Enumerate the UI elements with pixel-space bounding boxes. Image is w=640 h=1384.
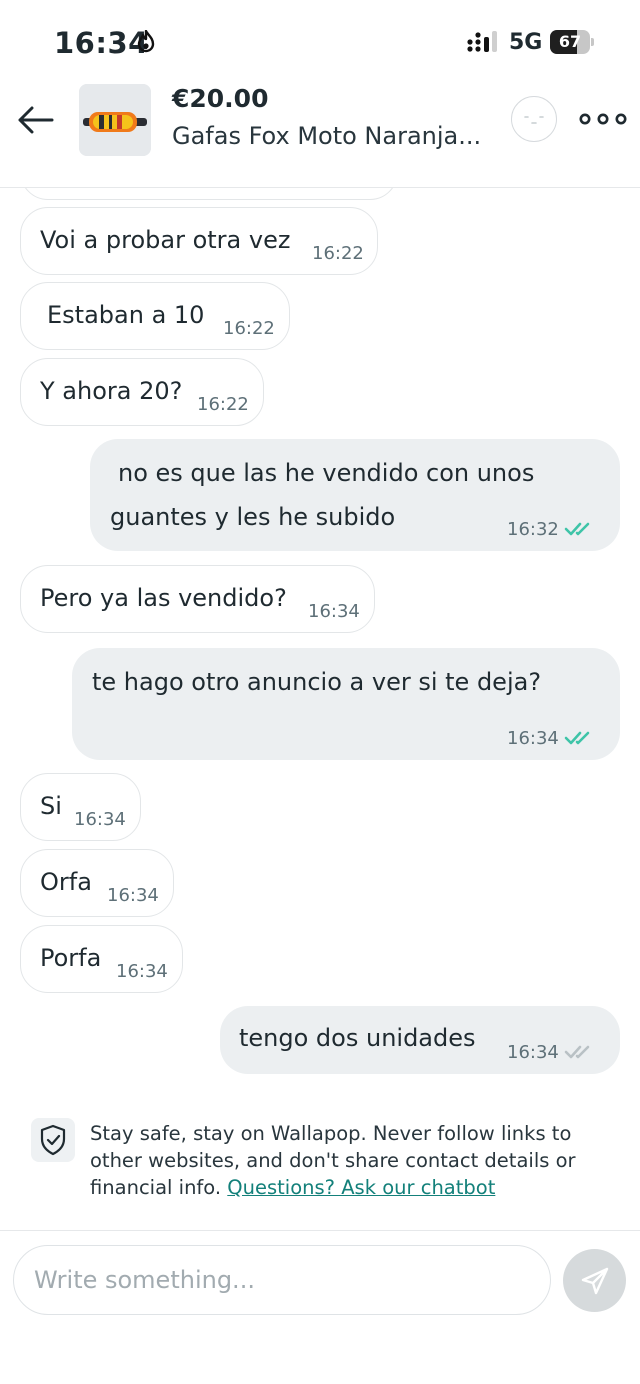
message-incoming[interactable]: Y ahora 20? 16:22: [20, 358, 264, 426]
delivered-checkmarks-icon: [564, 1045, 590, 1059]
avatar-placeholder-icon: [524, 116, 544, 124]
message-text-line: guantes y les he subido: [110, 503, 396, 531]
message-incoming[interactable]: Si 16:34: [20, 773, 141, 841]
more-options-icon[interactable]: [576, 104, 630, 134]
message-time: 16:34: [507, 728, 559, 749]
chatbot-link[interactable]: Questions? Ask our chatbot: [227, 1176, 495, 1199]
message-time: 16:34: [116, 961, 168, 982]
conversation-header: €20.00 Gafas Fox Moto Naranja...: [0, 84, 640, 188]
message-outgoing[interactable]: tengo dos unidades 16:34: [220, 1006, 620, 1074]
message-text: Estaban a 10: [47, 301, 205, 329]
message-time: 16:22: [223, 318, 275, 339]
message-text: Voi a probar otra vez: [40, 226, 291, 254]
item-title[interactable]: Gafas Fox Moto Naranja...: [172, 122, 481, 150]
message-text: Pero ya las vendido?: [40, 584, 287, 612]
shield-icon: [31, 1118, 75, 1162]
message-text: Porfa: [40, 944, 102, 972]
safety-notice: Stay safe, stay on Wallapop. Never follo…: [0, 1110, 640, 1230]
item-thumbnail[interactable]: [79, 84, 151, 156]
message-time: 16:34: [308, 601, 360, 622]
battery-icon: 67: [550, 30, 594, 54]
message-incoming[interactable]: Estaban a 10 16:22: [20, 282, 290, 350]
status-time: 16:34: [54, 26, 149, 60]
message-time: 16:22: [312, 243, 364, 264]
message-incoming[interactable]: Orfa 16:34: [20, 849, 174, 917]
signal-icon: [467, 31, 497, 52]
message-text: Orfa: [40, 868, 92, 896]
message-bubble-partial: [20, 188, 398, 200]
battery-percent: 67: [558, 32, 582, 51]
safety-notice-text: Stay safe, stay on Wallapop. Never follo…: [90, 1120, 620, 1201]
chat-screen: 16:34 5G 67 €20.00 Gafas Fox Moto Naranj…: [0, 0, 640, 1384]
message-time: 16:32: [507, 519, 559, 540]
message-incoming[interactable]: Voi a probar otra vez 16:22: [20, 207, 378, 275]
message-text: te hago otro anuncio a ver si te deja?: [92, 668, 542, 696]
divider: [0, 1230, 640, 1231]
message-time: 16:22: [197, 394, 249, 415]
message-outgoing[interactable]: no es que las he vendido con unos guante…: [90, 439, 620, 551]
read-checkmarks-icon: [564, 731, 590, 745]
message-input[interactable]: [13, 1245, 551, 1315]
message-text: tengo dos unidades: [239, 1024, 476, 1052]
message-time: 16:34: [107, 885, 159, 906]
message-text: Si: [40, 792, 62, 820]
send-icon: [581, 1267, 609, 1295]
message-list[interactable]: Voi a probar otra vez 16:22 Estaban a 10…: [0, 188, 640, 1100]
status-bar: 16:34 5G 67: [0, 0, 640, 84]
back-arrow-icon[interactable]: [14, 100, 58, 140]
send-button[interactable]: [563, 1249, 626, 1312]
avatar[interactable]: [511, 96, 557, 142]
message-text: Y ahora 20?: [40, 377, 183, 405]
flame-icon: [137, 30, 155, 53]
message-time: 16:34: [74, 809, 126, 830]
message-time: 16:34: [507, 1042, 559, 1063]
message-outgoing[interactable]: te hago otro anuncio a ver si te deja? 1…: [72, 648, 620, 760]
item-price: €20.00: [172, 84, 269, 113]
network-label: 5G: [509, 30, 543, 55]
message-incoming[interactable]: Porfa 16:34: [20, 925, 183, 993]
message-incoming[interactable]: Pero ya las vendido? 16:34: [20, 565, 375, 633]
message-text-line: no es que las he vendido con unos: [118, 459, 535, 487]
read-checkmarks-icon: [564, 522, 590, 536]
goggles-image: [79, 84, 151, 156]
